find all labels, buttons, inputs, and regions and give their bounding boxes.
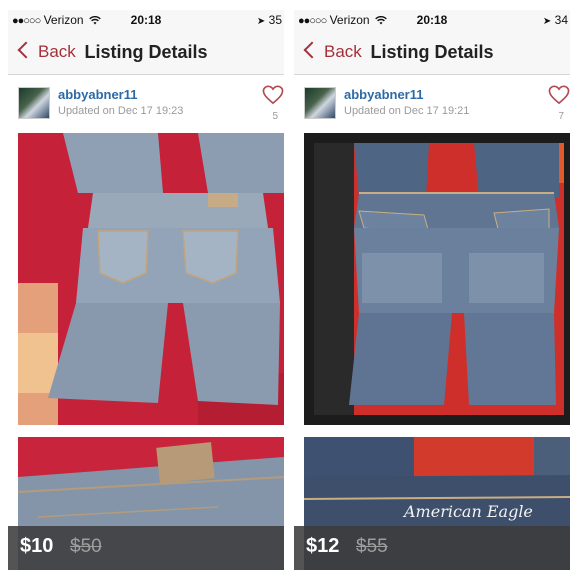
price: $12 <box>306 535 340 557</box>
heart-icon[interactable] <box>262 85 284 105</box>
seller-username[interactable]: abbyabner11 <box>58 87 138 102</box>
seller-row: abbyabner11 Updated on Dec 17 19:23 5 <box>8 75 284 129</box>
status-bar: ●●○○○ Verizon 20:18 ➤ 34 <box>294 10 570 30</box>
battery-level: 34 <box>554 13 568 27</box>
status-time: 20:18 <box>130 13 162 27</box>
avatar[interactable] <box>18 87 50 119</box>
listing-photo-main[interactable] <box>304 133 570 425</box>
price: $10 <box>20 535 54 557</box>
status-time: 20:18 <box>416 13 448 27</box>
like-count: 5 <box>272 111 278 122</box>
listing-screen-left: ●●○○○ Verizon 20:18 ➤ 35 Back Listing De… <box>8 10 284 570</box>
original-price: $55 <box>356 536 388 557</box>
status-bar: ●●○○○ Verizon 20:18 ➤ 35 <box>8 10 284 30</box>
original-price: $50 <box>70 536 102 557</box>
location-arrow-icon: ➤ <box>256 16 266 27</box>
price-bar: $10 $50 <box>8 526 284 570</box>
price-bar: $12 $55 <box>294 526 570 570</box>
listing-screen-right: ●●○○○ Verizon 20:18 ➤ 34 Back Listing De… <box>294 10 570 570</box>
page-title: Listing Details <box>370 42 494 62</box>
listing-photo-main[interactable] <box>18 133 284 425</box>
navigation-bar: Back Listing Details <box>8 30 284 75</box>
page-title: Listing Details <box>84 42 208 62</box>
updated-timestamp: Updated on Dec 17 19:23 <box>58 105 184 117</box>
battery-level: 35 <box>268 13 282 27</box>
navigation-bar: Back Listing Details <box>294 30 570 75</box>
updated-timestamp: Updated on Dec 17 19:21 <box>344 105 470 117</box>
seller-row: abbyabner11 Updated on Dec 17 19:21 7 <box>294 75 570 129</box>
battery-group: ➤ 35 <box>257 13 282 27</box>
battery-group: ➤ 34 <box>543 13 568 27</box>
seller-username[interactable]: abbyabner11 <box>344 87 424 102</box>
avatar[interactable] <box>304 87 336 119</box>
like-count: 7 <box>558 111 564 122</box>
location-arrow-icon: ➤ <box>542 16 552 27</box>
brand-embroidery-text: American Eagle <box>402 502 533 521</box>
heart-icon[interactable] <box>548 85 570 105</box>
